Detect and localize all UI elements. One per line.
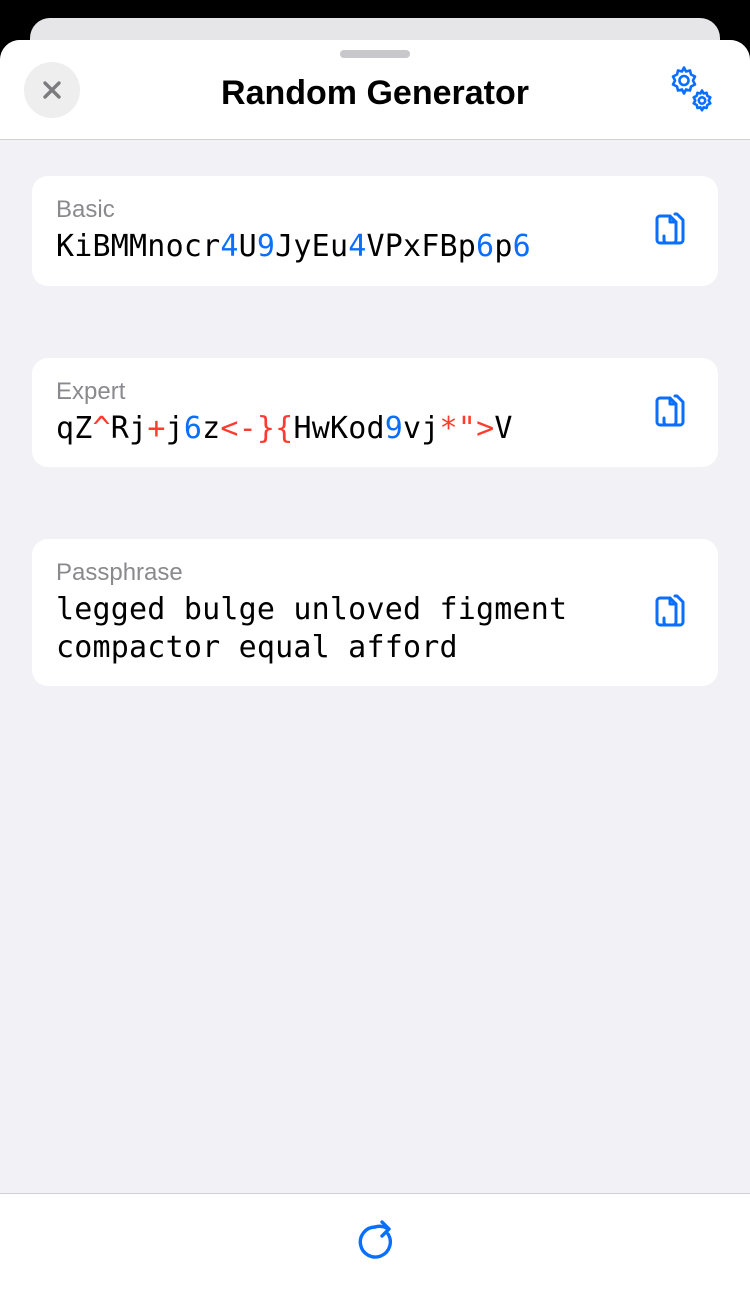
card-text: Expert qZ^Rj+j6z<-}{HwKod9vj*">V [56,378,622,448]
card-text: Passphrase legged bulge unloved figment … [56,559,622,666]
content-area: Basic KiBMMnocr4U9JyEu4VPxFBp6p6 Expert … [0,140,750,1193]
footer [0,1193,750,1293]
modal-sheet: Random Generator Basic KiBMMnocr4U9JyEu4… [0,40,750,1293]
reload-icon [354,1218,396,1266]
page-title: Random Generator [221,74,529,113]
card-passphrase: Passphrase legged bulge unloved figment … [32,539,718,686]
copy-button-basic[interactable] [638,198,694,263]
header: Random Generator [0,40,750,140]
copy-icon [644,586,688,636]
card-label: Expert [56,378,622,406]
copy-button-expert[interactable] [638,380,694,445]
sheet-grabber-wrap[interactable] [0,40,750,58]
password-value-basic: KiBMMnocr4U9JyEu4VPxFBp6p6 [56,228,622,266]
card-text: Basic KiBMMnocr4U9JyEu4VPxFBp6p6 [56,196,622,266]
copy-icon [644,204,688,254]
regenerate-button[interactable] [346,1210,404,1277]
password-value-passphrase: legged bulge unloved figment compactor e… [56,591,622,666]
card-expert: Expert qZ^Rj+j6z<-}{HwKod9vj*">V [32,358,718,468]
sheet-grabber[interactable] [340,50,410,58]
copy-button-passphrase[interactable] [638,580,694,645]
card-basic: Basic KiBMMnocr4U9JyEu4VPxFBp6p6 [32,176,718,286]
settings-button[interactable] [660,58,720,121]
close-icon [40,78,64,102]
copy-icon [644,386,688,436]
gears-icon [664,62,716,114]
card-label: Passphrase [56,559,622,587]
card-label: Basic [56,196,622,224]
password-value-expert: qZ^Rj+j6z<-}{HwKod9vj*">V [56,410,622,448]
close-button[interactable] [24,62,80,118]
